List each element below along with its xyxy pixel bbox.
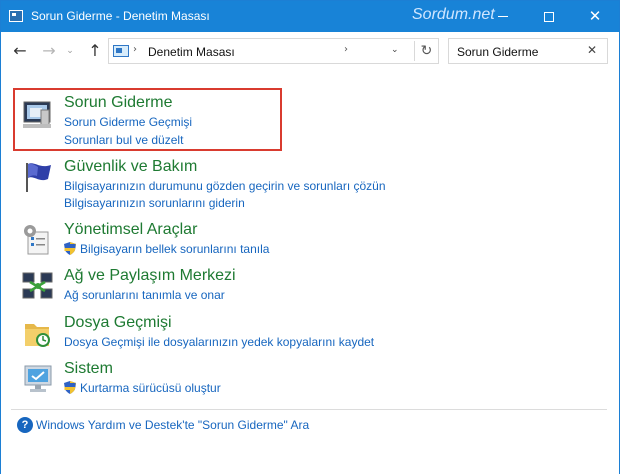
address-dropdown-icon[interactable]: ⌄ (391, 45, 399, 55)
result-link[interactable]: Dosya Geçmişi ile dosyalarınızın yedek k… (64, 335, 374, 349)
result-link[interactable]: Bilgisayarınızın durumunu gözden geçirin… (64, 179, 386, 193)
network-icon (22, 272, 53, 299)
breadcrumb-control-panel[interactable]: Denetim Masası (148, 45, 235, 59)
result-title[interactable]: Güvenlik ve Bakım (64, 158, 197, 176)
control-panel-app-icon (9, 10, 23, 22)
close-icon: ✕ (588, 7, 602, 25)
result-link[interactable]: Ağ sorunlarını tanımla ve onar (64, 288, 225, 302)
troubleshooting-icon (23, 101, 51, 128)
divider (11, 409, 607, 410)
result-link[interactable]: Bilgisayarın bellek sorunlarını tanıla (80, 242, 269, 256)
uac-shield-icon (64, 381, 76, 394)
file-history-icon (25, 324, 50, 347)
security-flag-icon (26, 163, 51, 192)
result-title[interactable]: Dosya Geçmişi (64, 314, 172, 332)
up-arrow-icon[interactable]: ↑ (85, 41, 105, 61)
breadcrumb-separator[interactable]: › (344, 44, 348, 55)
window-title: Sorun Giderme - Denetim Masası (31, 9, 210, 23)
search-value[interactable]: Sorun Giderme (457, 45, 538, 59)
maximize-icon (544, 11, 554, 22)
control-panel-window: Sorun Giderme - Denetim Masası Sordum.ne… (0, 0, 620, 474)
forward-arrow-icon[interactable]: → (39, 41, 59, 61)
breadcrumb-separator[interactable]: › (133, 44, 137, 55)
result-title[interactable]: Sistem (64, 360, 113, 378)
result-link[interactable]: Kurtarma sürücüsü oluştur (80, 381, 221, 395)
search-input[interactable]: Sorun Giderme ✕ (448, 38, 608, 64)
result-title[interactable]: Yönetimsel Araçlar (64, 221, 197, 239)
admin-tools-icon (24, 225, 49, 255)
close-button[interactable]: ✕ (572, 1, 618, 32)
clear-icon[interactable]: ✕ (587, 43, 597, 57)
minimize-icon (498, 16, 508, 17)
help-icon: ? (17, 417, 33, 433)
minimize-button[interactable] (480, 1, 526, 32)
control-panel-icon (113, 45, 129, 57)
result-link[interactable]: Sorunları bul ve düzelt (64, 133, 183, 147)
result-title[interactable]: Ağ ve Paylaşım Merkezi (64, 267, 236, 285)
uac-shield-icon (64, 242, 76, 255)
recent-chevron-icon[interactable]: ⌄ (63, 41, 77, 61)
address-toolbar: ← → ⌄ ↑ › Denetim Masası › ⌄ ↻ Sorun Gid… (1, 32, 619, 72)
result-title[interactable]: Sorun Giderme (64, 94, 173, 112)
maximize-button[interactable] (526, 1, 572, 32)
result-link[interactable]: Sorun Giderme Geçmişi (64, 115, 192, 129)
help-search-link[interactable]: Windows Yardım ve Destek'te "Sorun Gider… (36, 418, 309, 432)
refresh-icon[interactable]: ↻ (414, 41, 438, 61)
address-bar[interactable]: › Denetim Masası › ⌄ ↻ (108, 38, 439, 64)
result-link[interactable]: Bilgisayarınızın sorunlarını giderin (64, 196, 245, 210)
title-bar[interactable]: Sorun Giderme - Denetim Masası Sordum.ne… (1, 1, 619, 32)
search-results: Sorun Giderme Sorun Giderme Geçmişi Soru… (1, 72, 619, 474)
system-monitor-icon (24, 365, 52, 392)
back-arrow-icon[interactable]: ← (10, 41, 30, 61)
